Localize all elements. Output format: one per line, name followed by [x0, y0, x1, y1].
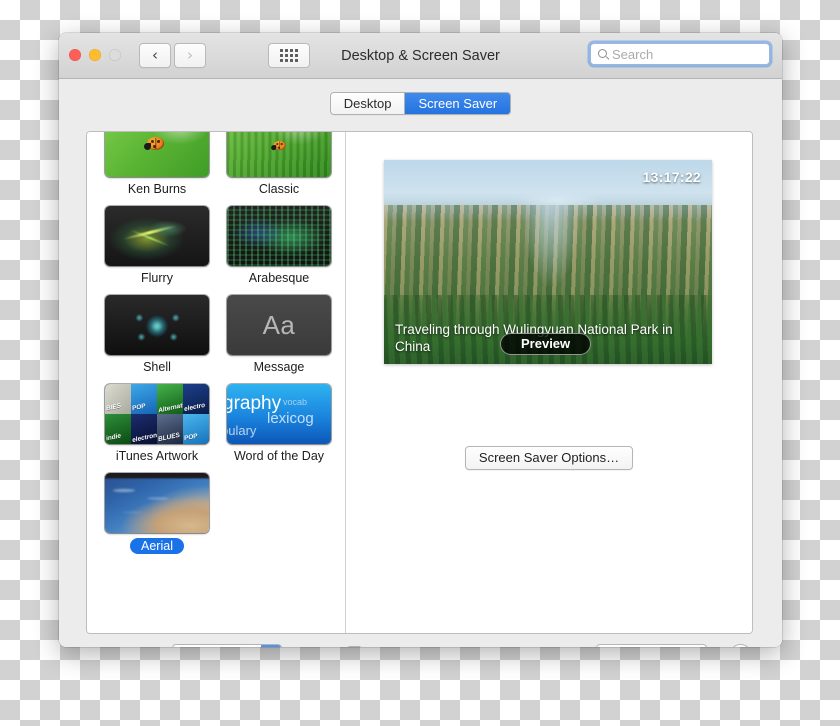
screensaver-item-classic[interactable]: Classic — [223, 132, 335, 196]
thumbnail-arabesque — [227, 206, 331, 266]
search-field-wrapper: Search — [590, 43, 770, 65]
forward-button[interactable]: › — [174, 43, 206, 68]
chevron-updown-icon[interactable] — [261, 645, 281, 647]
content-panel: Ken Burns Classic Flurry Arabesque Shell… — [86, 131, 753, 634]
screensaver-label: Ken Burns — [127, 182, 187, 196]
preview-pane: 13:17:22 Traveling through Wulingyuan Na… — [346, 132, 752, 633]
tab-screen-saver[interactable]: Screen Saver — [404, 93, 511, 114]
preferences-window: ‹ › Desktop & Screen Saver Search Deskto… — [59, 33, 782, 647]
screensaver-preview[interactable]: 13:17:22 Traveling through Wulingyuan Na… — [384, 160, 712, 364]
show-with-clock-checkbox[interactable] — [347, 646, 362, 647]
close-window-button[interactable] — [69, 49, 81, 61]
options-button-row: Screen Saver Options… — [346, 446, 752, 470]
window-titlebar: ‹ › Desktop & Screen Saver Search — [59, 33, 782, 79]
chevron-right-icon: › — [187, 46, 193, 64]
screensaver-grid: Ken Burns Classic Flurry Arabesque Shell… — [87, 132, 345, 564]
screensaver-label: Word of the Day — [233, 449, 325, 463]
ladybug-icon — [144, 137, 164, 150]
show-with-clock-row[interactable]: Show with clock — [347, 646, 461, 647]
show-all-preferences-button[interactable] — [268, 43, 310, 68]
minimize-window-button[interactable] — [89, 49, 101, 61]
thumbnail-ken-burns — [105, 132, 209, 177]
tab-bar: Desktop Screen Saver — [59, 79, 782, 115]
show-with-clock-label: Show with clock — [369, 646, 461, 647]
screensaver-label-selected: Aerial — [130, 538, 184, 554]
thumbnail-word-of-the-day: graphy vocab lexicog bulary — [227, 384, 331, 444]
screensaver-list-pane[interactable]: Ken Burns Classic Flurry Arabesque Shell… — [87, 132, 346, 633]
chevron-left-icon: ‹ — [152, 46, 158, 64]
preview-clock: 13:17:22 — [642, 169, 701, 185]
album-tile-label: BIES — [105, 402, 122, 413]
screensaver-item-shell[interactable]: Shell — [101, 295, 213, 374]
search-icon — [597, 48, 610, 61]
thumbnail-classic — [227, 132, 331, 177]
album-tile-label: indie — [105, 432, 122, 443]
segmented-tab-control: Desktop Screen Saver — [329, 92, 512, 115]
grid-dots-icon — [280, 49, 298, 62]
thumbnail-shell — [105, 295, 209, 355]
album-tile-label: BLUES — [157, 431, 181, 444]
tab-desktop[interactable]: Desktop — [330, 93, 405, 114]
word-tile-text: bulary — [227, 423, 257, 438]
word-tile-text: vocab — [283, 397, 308, 407]
screensaver-label: Shell — [143, 360, 171, 374]
album-tile-label: POP — [131, 402, 147, 413]
album-tile-label: POP — [183, 432, 199, 443]
screensaver-item-ken-burns[interactable]: Ken Burns — [101, 132, 213, 196]
hot-corners-button[interactable]: Hot Corners… — [596, 644, 708, 647]
screensaver-label: Flurry — [141, 271, 173, 285]
back-button[interactable]: ‹ — [139, 43, 171, 68]
screensaver-item-itunes-artwork[interactable]: BIES POP Alternative electro indie elect… — [101, 384, 213, 463]
album-tile-label: electro — [183, 401, 206, 414]
preview-valley-haze — [521, 204, 581, 287]
zoom-window-button[interactable] — [109, 49, 121, 61]
screensaver-item-word-of-the-day[interactable]: graphy vocab lexicog bulary Word of the … — [223, 384, 335, 463]
screensaver-label: iTunes Artwork — [115, 449, 199, 463]
screensaver-label: Message — [253, 360, 305, 374]
screensaver-label: Arabesque — [248, 271, 310, 285]
search-placeholder: Search — [612, 46, 654, 62]
screensaver-item-arabesque[interactable]: Arabesque — [223, 206, 335, 285]
word-tile-text: lexicog — [267, 410, 314, 427]
window-body: Desktop Screen Saver Ken Burns Classic F… — [59, 79, 782, 647]
album-tile-label: Alternative — [157, 400, 183, 414]
message-glyph: Aa — [262, 309, 296, 340]
navigation-buttons: ‹ › — [139, 43, 206, 68]
thumbnail-aerial — [105, 473, 209, 533]
thumbnail-itunes-artwork: BIES POP Alternative electro indie elect… — [105, 384, 209, 444]
screen-saver-options-button[interactable]: Screen Saver Options… — [464, 446, 634, 470]
thumbnail-message: Aa — [227, 295, 331, 355]
preview-button[interactable]: Preview — [500, 333, 592, 355]
traffic-light-group — [69, 49, 121, 61]
ladybug-icon — [271, 140, 286, 151]
thumbnail-flurry — [105, 206, 209, 266]
start-after-popup-button[interactable]: 30 Minutes — [172, 644, 282, 647]
footer-controls: Start after: 30 Minutes Show with clock … — [59, 640, 782, 647]
screensaver-item-flurry[interactable]: Flurry — [101, 206, 213, 285]
album-tile-label: electronic — [131, 430, 157, 444]
screensaver-label: Classic — [258, 182, 300, 196]
search-input[interactable]: Search — [590, 43, 770, 65]
help-button[interactable]: ? — [729, 644, 752, 647]
screensaver-item-aerial[interactable]: Aerial — [101, 473, 213, 554]
screensaver-item-message[interactable]: Aa Message — [223, 295, 335, 374]
